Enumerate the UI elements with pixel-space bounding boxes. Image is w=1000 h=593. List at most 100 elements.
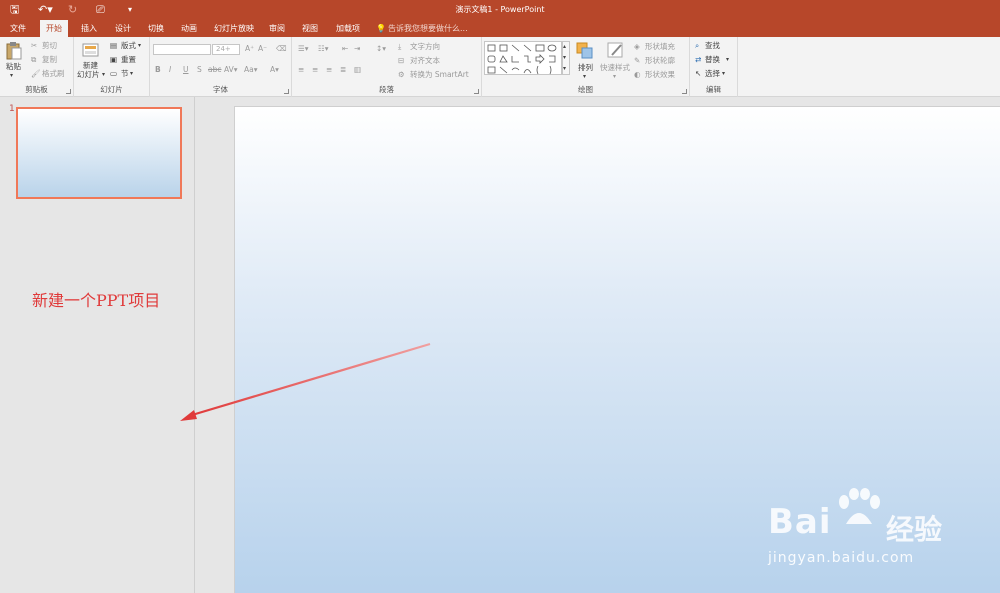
format-painter-icon[interactable]: 🖌 [31, 69, 41, 79]
layout-button[interactable]: 版式 [121, 41, 136, 51]
tab-insert[interactable]: 插入 [75, 20, 103, 37]
window-title: 演示文稿1 - PowerPoint [455, 5, 545, 14]
numbering-icon[interactable]: ☷▾ [318, 44, 329, 54]
tab-transitions[interactable]: 切换 [142, 20, 170, 37]
slide-number: 1 [9, 104, 15, 114]
font-color-icon[interactable]: A▾ [270, 65, 279, 75]
select-icon[interactable]: ↖ [695, 69, 701, 79]
align-center-icon[interactable]: ≡ [312, 65, 318, 75]
tab-animations[interactable]: 动画 [175, 20, 203, 37]
align-text-button[interactable]: 对齐文本 [410, 56, 440, 66]
tab-view[interactable]: 视图 [296, 20, 324, 37]
paragraph-dialog-launcher[interactable] [474, 89, 479, 94]
line-spacing-icon[interactable]: ↕▾ [376, 44, 386, 54]
find-button[interactable]: 查找 [705, 41, 720, 51]
arrange-icon[interactable] [576, 42, 594, 60]
text-direction-button[interactable]: 文字方向 [410, 42, 440, 52]
decrease-indent-icon[interactable]: ⇤ [342, 44, 348, 54]
align-left-icon[interactable]: ≡ [298, 65, 304, 75]
columns-icon[interactable]: ▥ [354, 65, 361, 75]
watermark-url: jingyan.baidu.com [768, 550, 915, 566]
paste-button[interactable]: 粘贴 [6, 62, 21, 72]
tab-addins[interactable]: 加载项 [330, 20, 366, 37]
paragraph-group-label: 段落 [379, 85, 394, 94]
smartart-button[interactable]: 转换为 SmartArt [410, 70, 469, 80]
new-slide-label-line2[interactable]: 幻灯片 [77, 70, 100, 80]
increase-font-icon[interactable]: A⁺ [245, 44, 254, 54]
clipboard-dialog-launcher[interactable] [66, 89, 71, 94]
copy-icon[interactable]: ⧉ [31, 55, 36, 65]
align-right-icon[interactable]: ≡ [326, 65, 332, 75]
bold-icon[interactable]: B [155, 65, 161, 75]
shape-effects-icon[interactable]: ◐ [634, 70, 641, 80]
new-slide-icon[interactable] [82, 41, 100, 59]
paste-icon[interactable] [6, 42, 22, 60]
slides-group: 新建 幻灯片 ▾ ▤ 版式 ▾ ▣ 重置 ▭ 节 ▾ 幻灯片 [74, 37, 150, 97]
find-icon[interactable]: ⌕ [695, 41, 699, 51]
increase-indent-icon[interactable]: ⇥ [354, 44, 360, 54]
clear-formatting-icon[interactable]: ⌫ [276, 44, 287, 54]
shapes-gallery-scroll[interactable]: ▴ ▾ ▾ [562, 41, 570, 75]
bullets-icon[interactable]: ☰▾ [298, 44, 309, 54]
copy-button[interactable]: 复制 [42, 55, 57, 65]
quick-styles-icon[interactable] [606, 41, 626, 61]
tell-me-search[interactable]: 告诉我您想要做什么... [388, 20, 468, 37]
reset-button[interactable]: 重置 [121, 55, 136, 65]
lightbulb-icon: 💡 [376, 24, 386, 33]
shape-fill-button[interactable]: 形状填充 [645, 42, 675, 52]
shadow-icon[interactable]: S [197, 65, 202, 75]
font-name-combo[interactable] [153, 44, 211, 55]
format-painter-button[interactable]: 格式刷 [42, 69, 65, 79]
underline-icon[interactable]: U [183, 65, 189, 75]
smartart-icon[interactable]: ⚙ [398, 70, 405, 80]
paw-logo-icon [839, 488, 880, 524]
font-dialog-launcher[interactable] [284, 89, 289, 94]
select-button[interactable]: 选择 [705, 69, 720, 79]
slides-group-label: 幻灯片 [100, 85, 123, 94]
tab-file[interactable]: 文件 [4, 20, 32, 37]
shape-outline-button[interactable]: 形状轮廓 [645, 56, 675, 66]
shapes-gallery[interactable] [484, 41, 562, 75]
shape-effects-button[interactable]: 形状效果 [645, 70, 675, 80]
watermark-brand: Bai [768, 502, 832, 542]
tab-home[interactable]: 开始 [40, 20, 68, 37]
cut-button[interactable]: 剪切 [42, 41, 57, 51]
clipboard-group: 粘贴 ▾ ✂ 剪切 ⧉ 复制 🖌 格式刷 剪贴板 [0, 37, 74, 97]
replace-icon[interactable]: ⇄ [695, 55, 701, 65]
section-icon[interactable]: ▭ [110, 69, 117, 79]
drawing-dialog-launcher[interactable] [682, 89, 687, 94]
reset-icon[interactable]: ▣ [110, 55, 117, 65]
tab-design[interactable]: 设计 [109, 20, 137, 37]
slide-thumbnail[interactable] [16, 107, 182, 199]
ribbon-tabs: 文件 开始 插入 设计 切换 动画 幻灯片放映 审阅 视图 加载项 💡 告诉我您… [0, 20, 1000, 37]
annotation-text: 新建一个PPT项目 [32, 291, 161, 310]
font-size-combo[interactable]: 24+ [212, 44, 240, 55]
replace-button[interactable]: 替换 [705, 55, 720, 65]
drawing-group-label: 绘图 [578, 85, 593, 94]
text-direction-icon[interactable]: ⤓ [398, 42, 401, 52]
slide-thumbnail-pane[interactable]: 1 [0, 97, 195, 593]
char-spacing-icon[interactable]: AV▾ [224, 65, 238, 75]
strikethrough-icon[interactable]: abc [208, 65, 221, 75]
change-case-icon[interactable]: Aa▾ [244, 65, 258, 75]
shape-outline-icon[interactable]: ✎ [634, 56, 640, 66]
italic-icon[interactable]: I [169, 65, 171, 75]
shapes-gallery-icons [487, 44, 557, 75]
justify-icon[interactable]: ≣ [340, 65, 346, 75]
shape-fill-icon[interactable]: ◈ [634, 42, 640, 52]
font-group-label: 字体 [213, 85, 228, 94]
paragraph-group: ☰▾ ☷▾ ⇤ ⇥ ↕▾ ⤓ 文字方向 ⊟ 对齐文本 ⚙ 转换为 SmartAr… [292, 37, 482, 97]
editing-group-label: 编辑 [706, 85, 721, 94]
tab-review[interactable]: 审阅 [263, 20, 291, 37]
font-group: 24+ A⁺ A⁻ ⌫ B I U S abc AV▾ Aa▾ A▾ 字体 [150, 37, 292, 97]
align-text-icon[interactable]: ⊟ [398, 56, 404, 66]
watermark-brand-cn: 经验 [886, 513, 943, 546]
editing-group: ⌕ 查找 ⇄ 替换 ▾ ↖ 选择 ▾ 编辑 [690, 37, 738, 97]
baidu-watermark: Bai 经验 jingyan.baidu.com [768, 488, 968, 568]
layout-icon[interactable]: ▤ [110, 41, 117, 51]
tab-slideshow[interactable]: 幻灯片放映 [208, 20, 260, 37]
section-button[interactable]: 节 [121, 69, 129, 79]
decrease-font-icon[interactable]: A⁻ [258, 44, 267, 54]
title-bar: 🖫 ↶▾ ↻ ⎚ ▾ 演示文稿1 - PowerPoint [0, 0, 1000, 20]
cut-icon[interactable]: ✂ [31, 41, 37, 51]
